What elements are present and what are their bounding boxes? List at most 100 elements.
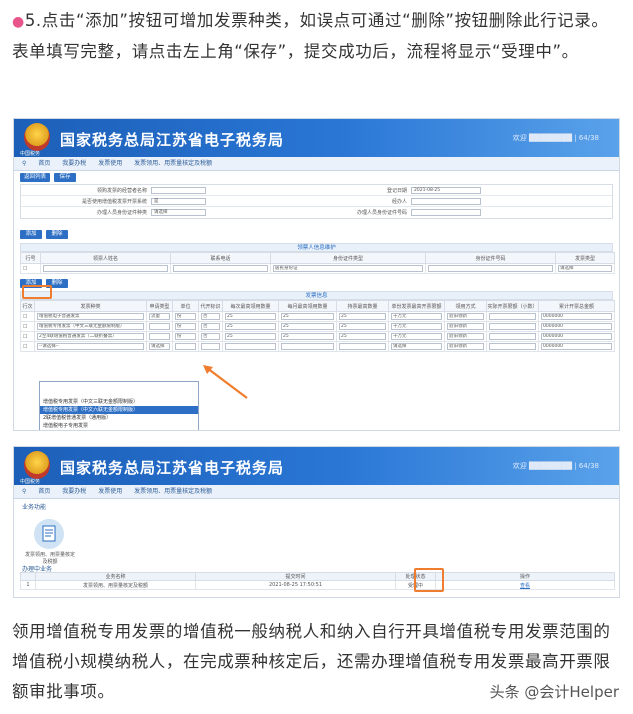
back-list-button[interactable]: 返回列表 — [20, 173, 51, 182]
invoice-agent-field[interactable]: 否 — [201, 333, 220, 340]
invoice-method-field[interactable]: 验旧领新 — [447, 313, 484, 320]
invoice-total-field[interactable]: 0000000 — [541, 343, 612, 350]
phone-input[interactable] — [173, 265, 268, 272]
table-row: ☐ 增值税专用发票（中文三联无金额限制版） 份否 25 25 25 十万元 验旧领新 00000… — [20, 321, 615, 332]
invoice-limit-field[interactable]: 请选择 — [391, 343, 442, 350]
row-checkbox[interactable]: ☐ — [20, 321, 35, 332]
invoice-apply-field[interactable] — [149, 333, 170, 340]
invoice-unit-field[interactable]: 份 — [175, 323, 196, 330]
col-header: 持票最高数量 — [336, 300, 389, 312]
invoice-hold-field[interactable]: 25 — [339, 333, 386, 340]
form-input[interactable] — [151, 186, 206, 194]
form-select[interactable]: 是 — [151, 197, 206, 205]
invoice-kind-field[interactable]: 增值税电子普通发票 — [37, 313, 144, 320]
invoice-kind-field[interactable]: 2至4联增值税普通发票（二联折叠票） — [37, 333, 144, 340]
invoice-hold-field[interactable]: 25 — [339, 313, 386, 320]
service-document-icon[interactable] — [34, 519, 64, 549]
col-header: 联系电话 — [170, 252, 271, 264]
bullet-dot: ● — [12, 14, 25, 30]
invoice-section-title: 发票信息 — [20, 291, 613, 300]
invoice-kind-field[interactable]: --请选择-- — [37, 343, 144, 350]
invoice-method-field[interactable]: 验旧领新 — [447, 323, 484, 330]
dropdown-option[interactable]: 增值税专用发票（中文六联无金额限制版） — [40, 406, 198, 414]
id-number-input[interactable] — [428, 265, 553, 272]
dropdown-option[interactable]: 增值税电子专用发票 — [40, 422, 198, 430]
status-highlight — [414, 568, 444, 592]
col-header: 领票人姓名 — [40, 252, 171, 264]
invoice-kind-field[interactable]: 增值税专用发票（中文三联无金额限制版） — [37, 323, 144, 330]
form-select[interactable]: 请选择 — [151, 209, 206, 216]
view-link[interactable]: 查看 — [435, 580, 615, 590]
breadcrumb-tax[interactable]: 我要办税 — [62, 488, 86, 495]
invoice-month-field[interactable]: 25 — [281, 323, 334, 330]
add-button[interactable]: 添加 — [20, 230, 42, 239]
invoice-agent-field[interactable]: 否 — [201, 313, 220, 320]
col-header: 累计开票总金额 — [538, 300, 615, 312]
invoice-limit-field[interactable]: 十万元 — [391, 313, 442, 320]
row-checkbox[interactable]: ☐ — [20, 341, 35, 352]
breadcrumb-home[interactable]: 首页 — [38, 160, 50, 167]
delete-button[interactable]: 删除 — [46, 230, 68, 239]
table-row: ☐ 居民身份证 请选择 — [20, 263, 615, 274]
invoice-real-field[interactable] — [489, 323, 536, 330]
invoice-apply-field[interactable] — [149, 323, 170, 330]
invoice-agent-field[interactable] — [201, 343, 220, 350]
invoice-unit-field[interactable] — [175, 343, 196, 350]
id-type-select[interactable]: 居民身份证 — [273, 265, 423, 272]
breadcrumb-invoice[interactable]: 发票使用 — [98, 160, 122, 167]
dropdown-option[interactable]: 2联增值税普通发票（通用版） — [40, 414, 198, 422]
col-header: 领用方式 — [444, 300, 487, 312]
invoice-total-field[interactable]: 0000000 — [541, 333, 612, 340]
invoice-real-field[interactable] — [489, 343, 536, 350]
date-input[interactable]: 2021-08-25 — [411, 186, 481, 194]
invoice-unit-field[interactable]: 份 — [175, 313, 196, 320]
form-input[interactable] — [411, 197, 481, 205]
dropdown-option[interactable]: 增值税专用发票（中文三联无金额限制版） — [40, 398, 198, 406]
invoice-month-field[interactable]: 25 — [281, 333, 334, 340]
invoice-apply-field[interactable]: 请选择 — [149, 343, 170, 350]
invoice-limit-field[interactable]: 十万元 — [391, 333, 442, 340]
invoice-method-field[interactable]: 验旧领新 — [447, 333, 484, 340]
tax-emblem-icon — [24, 123, 50, 151]
breadcrumb-current: 发票领用、用票量核定及税额 — [134, 488, 213, 495]
invoice-hold-field[interactable]: 25 — [339, 323, 386, 330]
row-checkbox[interactable]: ☐ — [20, 311, 35, 322]
invoice-unit-field[interactable]: 份 — [175, 333, 196, 340]
breadcrumb-home[interactable]: 首页 — [38, 488, 50, 495]
row-checkbox[interactable]: ☐ — [20, 331, 35, 342]
emblem-caption: 中国税务 — [20, 479, 41, 485]
invoice-total-field[interactable]: 0000000 — [541, 313, 612, 320]
purchaser-buttons: 添加 删除 — [14, 228, 619, 240]
invoice-per-field[interactable]: 25 — [225, 323, 276, 330]
name-input[interactable] — [43, 265, 168, 272]
invoice-buttons: 添加 删除 — [14, 277, 619, 289]
table-row: ☐ 2至4联增值税普通发票（二联折叠票） 份否 25 25 25 十万元 验旧领新 000000… — [20, 331, 615, 342]
invoice-apply-field[interactable]: 流量 — [149, 313, 170, 320]
invoice-month-field[interactable] — [281, 343, 334, 350]
invoice-per-field[interactable] — [225, 343, 276, 350]
breadcrumb-tax[interactable]: 我要办税 — [62, 160, 86, 167]
screenshot-pending-list: 中国税务 国家税务总局江苏省电子税务局 欢迎 ████████ | 64/38 … — [13, 446, 620, 598]
submit-time: 2021-08-25 17:50:51 — [195, 580, 396, 590]
col-header: 申请类型 — [146, 300, 173, 312]
save-button[interactable]: 保存 — [54, 173, 77, 182]
invoice-per-field[interactable]: 25 — [225, 313, 276, 320]
site-title: 国家税务总局江苏省电子税务局 — [60, 459, 285, 477]
invoice-real-field[interactable] — [489, 333, 536, 340]
invoice-total-field[interactable]: 0000000 — [541, 323, 612, 330]
row-checkbox[interactable]: ☐ — [20, 263, 41, 274]
invoice-limit-field[interactable]: 十万元 — [391, 323, 442, 330]
col-header: 单位 — [172, 300, 199, 312]
form-input[interactable] — [411, 209, 481, 216]
invoice-month-field[interactable]: 25 — [281, 313, 334, 320]
invoice-hold-field[interactable] — [339, 343, 386, 350]
invoice-per-field[interactable]: 25 — [225, 333, 276, 340]
ticket-type-select[interactable]: 请选择 — [558, 265, 612, 272]
form-row: 是否使用增值税发票开票系统 是 经办人 — [21, 196, 612, 207]
invoice-method-field[interactable]: 验旧领新 — [447, 343, 484, 350]
invoice-real-field[interactable] — [489, 313, 536, 320]
table-row: 1 发票领用、用票量核定及税额 2021-08-25 17:50:51 受理中 … — [20, 580, 615, 590]
breadcrumb-invoice[interactable]: 发票使用 — [98, 488, 122, 495]
invoice-kind-dropdown[interactable]: 增值税专用发票（中文三联无金额限制版） 增值税专用发票（中文六联无金额限制版） 2联… — [39, 381, 199, 430]
invoice-agent-field[interactable]: 否 — [201, 323, 220, 330]
